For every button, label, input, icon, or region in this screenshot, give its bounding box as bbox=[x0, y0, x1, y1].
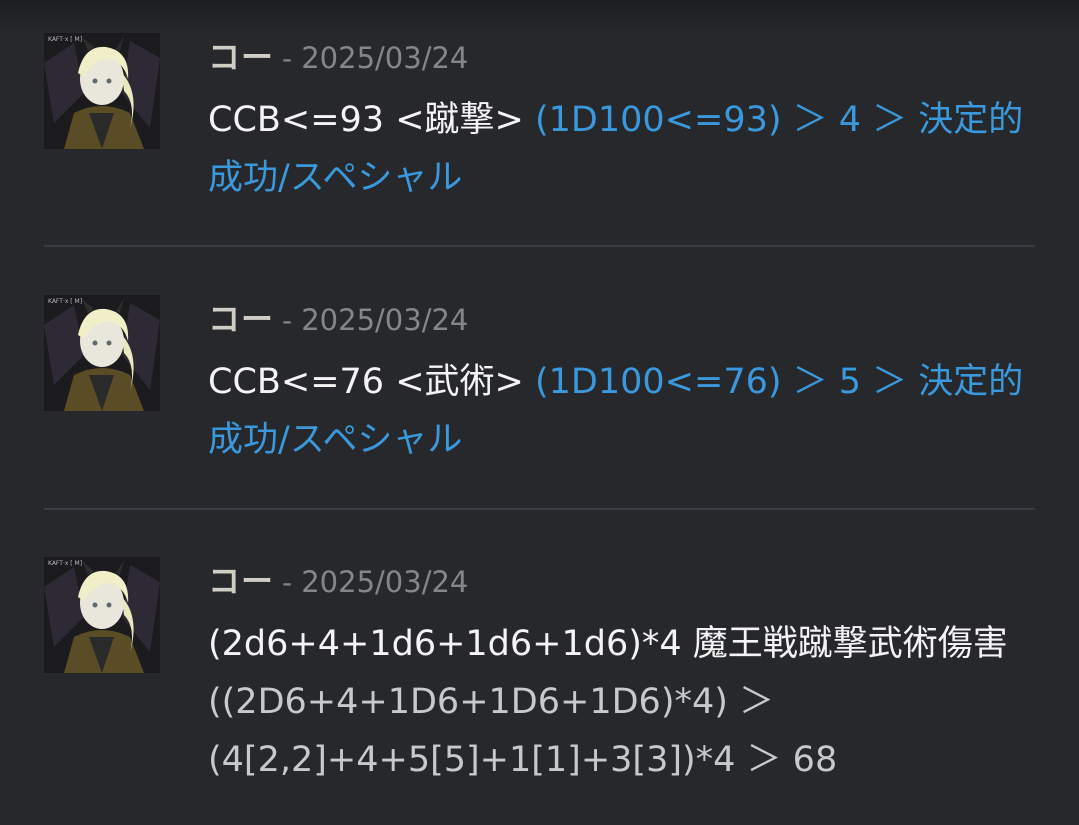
svg-text:KAFT·x [ M]: KAFT·x [ M] bbox=[48, 36, 82, 43]
svg-text:KAFT·x [ M]: KAFT·x [ M] bbox=[48, 298, 82, 305]
message-divider bbox=[44, 245, 1035, 247]
character-portrait-icon: KAFT·x [ M] bbox=[44, 33, 160, 149]
character-portrait-icon: KAFT·x [ M] bbox=[44, 557, 160, 673]
svg-text:KAFT·x [ M]: KAFT·x [ M] bbox=[48, 560, 82, 567]
message-header: コー - 2025/03/24 bbox=[208, 299, 468, 339]
character-portrait-icon: KAFT·x [ M] bbox=[44, 295, 160, 411]
avatar[interactable]: KAFT·x [ M] bbox=[44, 557, 160, 673]
avatar[interactable]: KAFT·x [ M] bbox=[44, 295, 160, 411]
message-date: 2025/03/24 bbox=[301, 565, 469, 599]
message-header: コー - 2025/03/24 bbox=[208, 37, 468, 77]
message-divider bbox=[44, 508, 1035, 510]
avatar[interactable]: KAFT·x [ M] bbox=[44, 33, 160, 149]
author-name[interactable]: コー bbox=[208, 562, 274, 600]
dice-command: CCB<=93 <蹴撃> bbox=[208, 100, 524, 140]
message-date: 2025/03/24 bbox=[301, 303, 469, 337]
author-name[interactable]: コー bbox=[208, 300, 274, 338]
dice-command: CCB<=76 <武術> bbox=[208, 362, 524, 402]
header-separator: - bbox=[282, 42, 293, 75]
header-separator: - bbox=[282, 304, 293, 337]
header-separator: - bbox=[282, 566, 293, 599]
message-date: 2025/03/24 bbox=[301, 41, 469, 75]
author-name[interactable]: コー bbox=[208, 38, 274, 76]
message-body: CCB<=76 <武術> (1D100<=76) ＞ 5 ＞ 決定的成功/スペシ… bbox=[208, 353, 1034, 469]
dice-command: (2d6+4+1d6+1d6+1d6)*4 魔王戦蹴撃武術傷害 bbox=[208, 624, 1008, 664]
message-header: コー - 2025/03/24 bbox=[208, 561, 468, 601]
dice-result: ((2D6+4+1D6+1D6+1D6)*4) ＞ (4[2,2]+4+5[5]… bbox=[208, 682, 838, 780]
message-body: CCB<=93 <蹴撃> (1D100<=93) ＞ 4 ＞ 決定的成功/スペシ… bbox=[208, 91, 1034, 207]
message-body: (2d6+4+1d6+1d6+1d6)*4 魔王戦蹴撃武術傷害 ((2D6+4+… bbox=[208, 615, 1034, 789]
top-shade bbox=[0, 0, 1079, 34]
